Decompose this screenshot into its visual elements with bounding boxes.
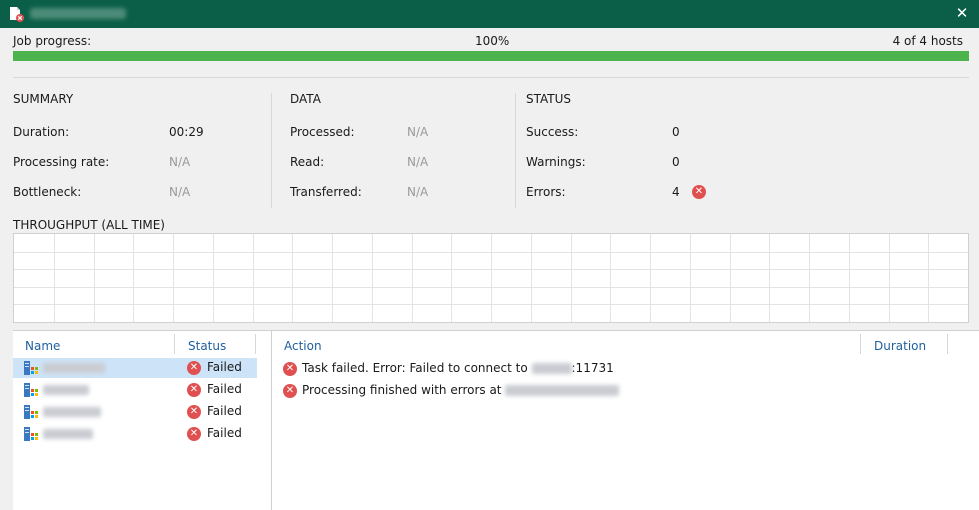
errors-label: Errors:	[526, 185, 566, 199]
progress-bar-fill	[13, 51, 969, 61]
processing-rate-label: Processing rate:	[13, 155, 110, 169]
host-status-text: Failed	[207, 382, 242, 396]
job-progress-label: Job progress:	[13, 34, 92, 48]
host-name	[43, 407, 101, 417]
column-separator	[255, 334, 256, 354]
host-status: ✕ Failed	[187, 382, 242, 397]
host-row[interactable]: ✕ Failed	[13, 358, 257, 378]
error-icon: ✕	[187, 360, 201, 375]
error-icon: ✕	[187, 404, 201, 419]
details-pane: Name Status Action Duration ✕ Failed ✕ Fai…	[13, 330, 979, 510]
host-status: ✕ Failed	[187, 360, 242, 375]
server-icon	[24, 383, 38, 397]
job-error-icon	[10, 7, 24, 22]
divider	[13, 77, 969, 78]
pane-divider[interactable]	[271, 331, 272, 510]
log-entry[interactable]: ✕ Task failed. Error: Failed to connect t…	[283, 361, 614, 376]
warnings-label: Warnings:	[526, 155, 586, 169]
host-status: ✕ Failed	[187, 426, 242, 441]
server-icon	[24, 405, 38, 419]
column-separator	[174, 334, 175, 354]
server-icon	[24, 427, 38, 441]
server-icon	[24, 361, 38, 375]
transferred-label: Transferred:	[290, 185, 362, 199]
warnings-value: 0	[672, 155, 680, 169]
redacted-host	[531, 363, 572, 374]
status-title: STATUS	[526, 92, 572, 106]
duration-value: 00:29	[169, 125, 204, 139]
window-title	[30, 8, 126, 19]
host-status: ✕ Failed	[187, 404, 242, 419]
host-status-text: Failed	[207, 404, 242, 418]
column-header-status[interactable]: Status	[188, 339, 226, 353]
errors-value: 4	[672, 185, 680, 199]
processing-rate-value: N/A	[169, 155, 191, 169]
log-entry-text: Task failed. Error: Failed to connect to	[302, 361, 528, 375]
column-separator	[860, 334, 861, 354]
log-entry[interactable]: ✕ Processing finished with errors at	[283, 383, 620, 398]
processed-value: N/A	[407, 125, 429, 139]
bottleneck-label: Bottleneck:	[13, 185, 82, 199]
host-status-text: Failed	[207, 360, 242, 374]
host-name	[43, 429, 93, 439]
bottleneck-value: N/A	[169, 185, 191, 199]
success-label: Success:	[526, 125, 579, 139]
column-divider	[271, 93, 272, 208]
success-value: 0	[672, 125, 680, 139]
column-header-action[interactable]: Action	[284, 339, 322, 353]
log-entry-text: Processing finished with errors at	[302, 383, 502, 397]
column-header-name[interactable]: Name	[25, 339, 60, 353]
host-name	[43, 385, 89, 395]
read-value: N/A	[407, 155, 429, 169]
data-title: DATA	[290, 92, 321, 106]
log-entry-port: :11731	[571, 361, 614, 375]
host-row[interactable]: ✕ Failed	[13, 402, 257, 422]
column-divider	[515, 93, 516, 208]
read-label: Read:	[290, 155, 325, 169]
transferred-value: N/A	[407, 185, 429, 199]
throughput-title: THROUGHPUT (ALL TIME)	[13, 218, 165, 232]
processed-label: Processed:	[290, 125, 355, 139]
host-row[interactable]: ✕ Failed	[13, 424, 257, 444]
error-icon: ✕	[692, 184, 706, 199]
title-bar: ✕	[0, 0, 979, 28]
summary-title: SUMMARY	[13, 92, 74, 106]
error-icon: ✕	[283, 383, 297, 398]
host-row[interactable]: ✕ Failed	[13, 380, 257, 400]
hosts-count: 4 of 4 hosts	[892, 34, 963, 48]
redacted-timestamp	[505, 385, 620, 396]
error-icon: ✕	[187, 426, 201, 441]
throughput-chart	[13, 233, 969, 323]
column-separator	[947, 334, 948, 354]
error-icon: ✕	[187, 382, 201, 397]
column-header-duration[interactable]: Duration	[874, 339, 926, 353]
host-status-text: Failed	[207, 426, 242, 440]
progress-bar	[13, 51, 969, 61]
job-progress-percent: 100%	[475, 34, 510, 48]
host-name	[43, 363, 105, 373]
close-icon[interactable]: ✕	[951, 2, 973, 24]
error-icon: ✕	[283, 361, 297, 376]
duration-label: Duration:	[13, 125, 70, 139]
throughput-grid	[14, 234, 968, 322]
job-progress: Job progress: 100% 4 of 4 hosts	[13, 34, 969, 50]
